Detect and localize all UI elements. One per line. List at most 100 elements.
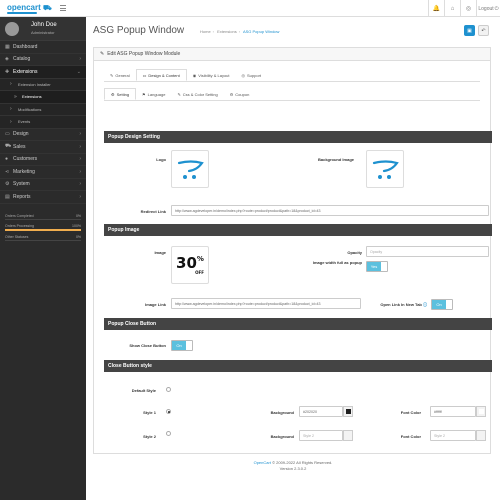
logout-button[interactable]: Logout ⏻ [476, 0, 500, 17]
open-new-tab-toggle[interactable]: On [431, 299, 453, 310]
style2-background-label: Background [270, 434, 294, 439]
sidebar-item-sales[interactable]: ⛟ Sales › [0, 141, 86, 154]
stat-orders-processing: Orders Processing 100% [5, 224, 81, 231]
tab-divider [104, 81, 480, 82]
section-popup-image: Popup Image [104, 224, 492, 236]
redirect-link-input[interactable]: http://www.agdeveloper.in/demo/index.php… [171, 205, 489, 216]
tab-general[interactable]: ✎ General [104, 69, 136, 81]
logo-image-picker[interactable] [171, 150, 209, 188]
sidebar-item-modifications[interactable]: › Modifications [0, 103, 86, 116]
user-icon: ● [5, 156, 9, 163]
back-button[interactable]: ↶ [478, 25, 489, 36]
cart-icon: ⛟ [5, 143, 12, 150]
sidebar-item-extension-installer[interactable]: › Extension Installer [0, 78, 86, 91]
image-full-width-label: Image width full as popup [312, 260, 362, 265]
menu-toggle-icon[interactable] [60, 5, 66, 11]
sidebar-item-design[interactable]: ▭ Design › [0, 129, 86, 141]
background-image-label: Background Image [317, 157, 354, 162]
caret-right-icon: » [14, 93, 17, 100]
promo-image: 30% OFF [176, 253, 204, 275]
image-link-input[interactable]: http://www.agdeveloper.in/demo/index.php… [171, 298, 361, 309]
style1-background-input[interactable]: #202020 [299, 406, 343, 417]
style1-background-swatch[interactable] [343, 406, 353, 417]
footer-version: Version 2.3.0.2 [279, 466, 307, 471]
sidebar-item-dashboard[interactable]: ▦ Dashboard [0, 41, 86, 54]
image-label: Image [154, 250, 166, 255]
sidebar-item-catalog[interactable]: ◈ Catalog › [0, 54, 86, 66]
support-icon: ◎ [241, 72, 246, 78]
redirect-link-label: Redirect Link [140, 209, 166, 214]
progress-bar [5, 229, 81, 231]
style1-font-color-input[interactable]: #ffffff [430, 406, 476, 417]
sidebar-item-reports[interactable]: ▤ Reports › [0, 191, 86, 204]
sidebar-item-events[interactable]: › Events [0, 116, 86, 129]
page-footer: OpenCart © 2009-2022 All Rights Reserved… [86, 460, 500, 472]
logo-label: Logo [156, 157, 166, 162]
brush-icon: ✎ [177, 91, 181, 97]
subtab-css-color[interactable]: ✎ Css & Color Setting [171, 88, 223, 100]
dashboard-icon: ▦ [5, 43, 10, 50]
image-full-width-toggle[interactable]: Yes [366, 261, 388, 272]
breadcrumb-home[interactable]: Home [200, 29, 211, 34]
edit-panel: ✎ Edit ASG Popup Window Module ✎ General ▭… [93, 47, 492, 454]
section-close-style: Close Button style [104, 360, 492, 372]
popup-image-picker[interactable]: 30% OFF [171, 246, 209, 284]
opacity-input[interactable]: Opacity [366, 246, 489, 257]
style2-background-swatch[interactable] [343, 430, 353, 441]
reply-icon: ↶ [481, 27, 486, 34]
style2-background-input[interactable]: Style 2 [299, 430, 343, 441]
default-style-radio[interactable] [166, 387, 171, 392]
chevron-right-icon: › [79, 181, 81, 188]
main-tabs: ✎ General ▭ Design & Content ◉ Visibility &… [104, 69, 267, 81]
sidebar-item-extensions-list[interactable]: » Extensions [0, 91, 86, 104]
style1-font-color-swatch[interactable] [476, 406, 486, 417]
sidebar-item-system[interactable]: ⚙ System › [0, 179, 86, 191]
style2-font-color-input[interactable]: Style 2 [430, 430, 476, 441]
background-image-picker[interactable] [366, 150, 404, 188]
section-close-button: Popup Close Button [104, 318, 492, 330]
panel-heading: ✎ Edit ASG Popup Window Module [94, 48, 490, 61]
gear-icon: ⚙ [229, 91, 234, 97]
footer-brand-link[interactable]: OpenCart [254, 460, 271, 465]
monitor-icon: ▭ [142, 72, 147, 78]
sidebar-menu: ▦ Dashboard ◈ Catalog › ✚ Extensions ⌄ › Exten… [0, 41, 86, 204]
puzzle-icon: ✚ [5, 68, 10, 75]
profile-role: Administrator [31, 30, 55, 35]
show-close-button-toggle[interactable]: On [171, 340, 193, 351]
bell-icon[interactable]: 🔔 [428, 0, 444, 17]
chevron-right-icon: › [79, 131, 81, 138]
style2-font-color-label: Font Color [400, 434, 421, 439]
breadcrumb: Home › Extensions › ASG Popup Window [200, 29, 280, 34]
subtab-language[interactable]: ⚑ Language [136, 88, 171, 100]
breadcrumb-extensions[interactable]: Extensions [217, 29, 237, 34]
share-icon: ⋖ [5, 168, 10, 175]
tab-support[interactable]: ◎ Support [236, 69, 268, 81]
top-header: opencart ⛟ 🔔 ⌂ ◎ Logout ⏻ [0, 0, 500, 17]
style2-radio[interactable] [166, 431, 171, 436]
flag-icon: ⚑ [142, 91, 146, 97]
save-button[interactable]: ▣ [464, 25, 475, 36]
profile-name: John Doe [31, 22, 57, 28]
style1-radio[interactable] [166, 409, 171, 414]
chevron-right-icon: › [79, 156, 81, 163]
lifebuoy-icon[interactable]: ◎ [460, 0, 476, 17]
sidebar-item-customers[interactable]: ● Customers › [0, 154, 86, 166]
gear-icon: ⚙ [5, 181, 10, 188]
sub-tabs: ⚙ Setting ⚑ Language ✎ Css & Color Setting … [104, 88, 255, 100]
caret-right-icon: › [10, 118, 12, 125]
subtab-setting[interactable]: ⚙ Setting [104, 88, 137, 100]
breadcrumb-current[interactable]: ASG Popup Window [243, 29, 279, 34]
tab-design-content[interactable]: ▭ Design & Content [135, 69, 187, 81]
opencart-cart-icon [372, 160, 399, 179]
pencil-icon: ✎ [110, 72, 114, 78]
open-new-tab-label: Open Link In New Tab ⓘ [380, 302, 427, 307]
sidebar-item-extensions[interactable]: ✚ Extensions ⌄ [0, 66, 86, 79]
home-icon[interactable]: ⌂ [444, 0, 460, 17]
tab-visibility-layout[interactable]: ◉ Visibility & Layout [187, 69, 236, 81]
main-content: ASG Popup Window Home › Extensions › ASG P… [86, 17, 500, 500]
subtab-coupon[interactable]: ⚙ Coupon [224, 88, 256, 100]
sidebar-item-marketing[interactable]: ⋖ Marketing › [0, 166, 86, 179]
opencart-cart-icon [177, 160, 204, 179]
user-profile[interactable]: John Doe Administrator [0, 17, 86, 41]
style2-font-color-swatch[interactable] [476, 430, 486, 441]
